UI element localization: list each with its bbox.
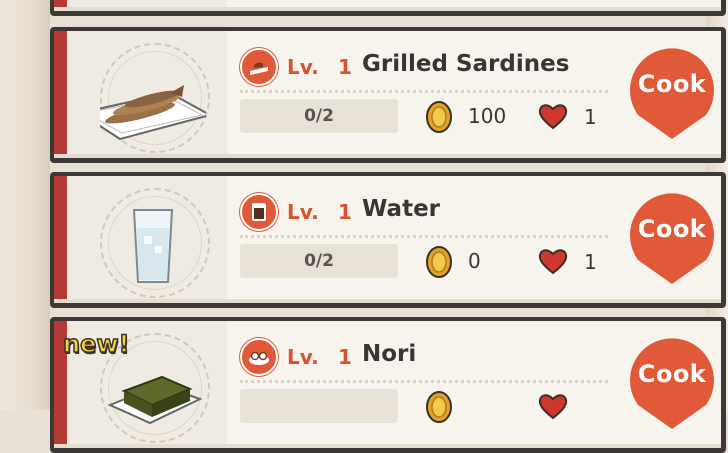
recipe-name: Grilled Sardines xyxy=(362,51,570,77)
progress-bar: 0/2 xyxy=(240,99,398,133)
water-glass-icon xyxy=(132,209,174,283)
cook-button-label: Cook xyxy=(637,360,707,388)
recipe-card-previous xyxy=(50,0,726,16)
level-value: 1 xyxy=(338,200,352,224)
level-label: Lv. xyxy=(287,200,319,224)
background-left xyxy=(0,0,50,410)
recipe-name: Nori xyxy=(362,341,417,367)
price-value: 0 xyxy=(468,249,481,273)
new-badge: new! xyxy=(62,329,130,359)
recipe-name: Water xyxy=(362,196,441,222)
coin-icon xyxy=(426,101,452,133)
progress-bar: 0/2 xyxy=(240,244,398,278)
cook-button[interactable]: Cook xyxy=(624,337,720,433)
cook-button[interactable]: Cook xyxy=(624,192,720,288)
recipe-card-grilled-sardines: Lv. 1 Grilled Sardines 0/2 100 1 Cook xyxy=(50,27,726,163)
cook-button-label: Cook xyxy=(637,215,707,243)
grilled-sardines-dish-icon xyxy=(100,85,206,141)
progress-bar xyxy=(240,389,398,423)
level-label: Lv. xyxy=(287,55,319,79)
divider xyxy=(240,380,608,383)
card-stripe xyxy=(54,176,67,303)
price-value: 100 xyxy=(468,104,507,128)
likes-value: 1 xyxy=(584,105,597,129)
recipe-card-water: Lv. 1 Water 0/2 0 1 Cook xyxy=(50,172,726,308)
level-label: Lv. xyxy=(287,345,319,369)
coin-icon xyxy=(426,391,452,423)
card-stripe xyxy=(54,31,67,158)
platter-icon xyxy=(240,338,278,376)
level-value: 1 xyxy=(338,55,352,79)
drink-icon xyxy=(240,193,278,231)
heart-icon xyxy=(538,249,568,275)
level-value: 1 xyxy=(338,345,352,369)
cook-button[interactable]: Cook xyxy=(624,47,720,143)
likes-value: 1 xyxy=(584,250,597,274)
coin-icon xyxy=(426,246,452,278)
divider xyxy=(240,235,608,238)
cook-button-label: Cook xyxy=(637,70,707,98)
divider xyxy=(240,90,608,93)
grill-icon xyxy=(240,48,278,86)
dish-area xyxy=(67,176,227,303)
heart-icon xyxy=(538,394,568,420)
heart-icon xyxy=(538,104,568,130)
dish-area xyxy=(67,31,227,158)
recipe-card-nori: Lv. 1 Nori Cook xyxy=(50,317,726,453)
